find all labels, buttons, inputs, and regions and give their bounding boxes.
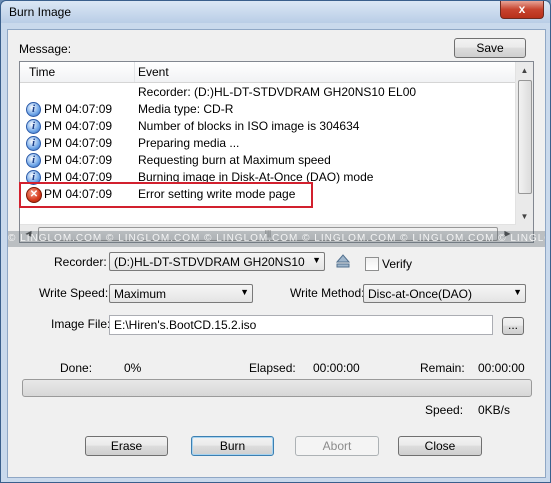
save-button[interactable]: Save (454, 38, 526, 58)
column-header-event[interactable]: Event (138, 65, 169, 79)
chevron-down-icon: ▼ (240, 287, 249, 297)
erase-button[interactable]: Erase (85, 436, 168, 456)
write-method-select[interactable]: Disc-at-Once(DAO) ▼ (363, 284, 526, 303)
recorder-value: (D:)HL-DT-STDVDRAM GH20NS10 EL0 (114, 255, 306, 269)
close-button[interactable]: Close (398, 436, 482, 456)
remain-value: 00:00:00 (478, 361, 525, 375)
error-highlight-box (19, 182, 313, 208)
vertical-scroll-thumb[interactable] (518, 80, 532, 194)
list-item[interactable]: i PM 04:07:09 Requesting burn at Maximum… (20, 152, 516, 169)
image-file-label: Image File: (51, 317, 111, 331)
window-close-button[interactable]: x (500, 1, 544, 19)
list-item[interactable]: i PM 04:07:09 Media type: CD-R (20, 101, 516, 118)
burn-progress-bar (22, 379, 532, 397)
list-item[interactable]: i PM 04:07:09 Preparing media ... (20, 135, 516, 152)
elapsed-label: Elapsed: (249, 361, 296, 375)
row-time: PM 04:07:09 (44, 119, 113, 133)
info-icon: i (26, 136, 41, 151)
row-event: Number of blocks in ISO image is 304634 (138, 119, 360, 133)
row-time: PM 04:07:09 (44, 136, 113, 150)
speed-value: 0KB/s (478, 403, 511, 417)
done-label: Done: (60, 361, 93, 375)
image-file-value: E:\Hiren's.BootCD.15.2.iso (114, 318, 257, 332)
browse-button[interactable]: ... (502, 317, 524, 335)
chevron-down-icon: ▼ (312, 255, 321, 265)
window-title: Burn Image (9, 5, 72, 19)
scroll-down-icon[interactable]: ▼ (516, 208, 533, 225)
abort-button[interactable]: Abort (295, 436, 379, 456)
write-speed-select[interactable]: Maximum ▼ (109, 284, 253, 303)
message-list[interactable]: Time Event Recorder: (D:)HL-DT-STDVDRAM … (19, 61, 534, 243)
list-item[interactable]: Recorder: (D:)HL-DT-STDVDRAM GH20NS10 EL… (20, 84, 516, 101)
column-separator (134, 62, 135, 82)
message-label: Message: (19, 42, 72, 56)
verify-checkbox[interactable] (365, 257, 379, 271)
title-bar: Burn Image x (1, 1, 550, 23)
verify-label: Verify (382, 257, 413, 271)
elapsed-value: 00:00:00 (313, 361, 360, 375)
dialog-client: Message: Save Time Event Recorder: (D:)H… (7, 29, 546, 478)
scroll-up-icon[interactable]: ▲ (516, 62, 533, 79)
row-time: PM 04:07:09 (44, 153, 113, 167)
done-value: 0% (124, 361, 142, 375)
remain-label: Remain: (420, 361, 465, 375)
burn-image-window: Burn Image x Message: Save Time Event Re… (0, 0, 551, 483)
chevron-down-icon: ▼ (513, 287, 522, 297)
row-event: Preparing media ... (138, 136, 240, 150)
list-header: Time Event (20, 62, 516, 83)
list-item[interactable]: i PM 04:07:09 Number of blocks in ISO im… (20, 118, 516, 135)
column-header-time[interactable]: Time (29, 65, 55, 79)
watermark: © LINGLOM.COM © LINGLOM.COM © LINGLOM.CO… (8, 231, 545, 247)
row-event: Requesting burn at Maximum speed (138, 153, 331, 167)
vertical-scrollbar[interactable]: ▲ ▼ (515, 62, 533, 225)
info-icon: i (26, 153, 41, 168)
write-speed-label: Write Speed: (39, 286, 109, 300)
write-speed-value: Maximum (114, 287, 167, 301)
info-icon: i (26, 119, 41, 134)
recorder-select[interactable]: (D:)HL-DT-STDVDRAM GH20NS10 EL0 ▼ (109, 252, 325, 271)
eject-icon[interactable] (334, 252, 352, 270)
recorder-label: Recorder: (54, 255, 107, 269)
write-method-value: Disc-at-Once(DAO) (368, 287, 473, 301)
row-time: PM 04:07:09 (44, 102, 113, 116)
image-file-input[interactable]: E:\Hiren's.BootCD.15.2.iso (109, 315, 493, 335)
row-event: Recorder: (D:)HL-DT-STDVDRAM GH20NS10 EL… (138, 85, 417, 99)
burn-button[interactable]: Burn (191, 436, 274, 456)
info-icon: i (26, 102, 41, 117)
write-method-label: Write Method: (290, 286, 365, 300)
speed-label: Speed: (425, 403, 464, 417)
row-event: Media type: CD-R (138, 102, 234, 116)
